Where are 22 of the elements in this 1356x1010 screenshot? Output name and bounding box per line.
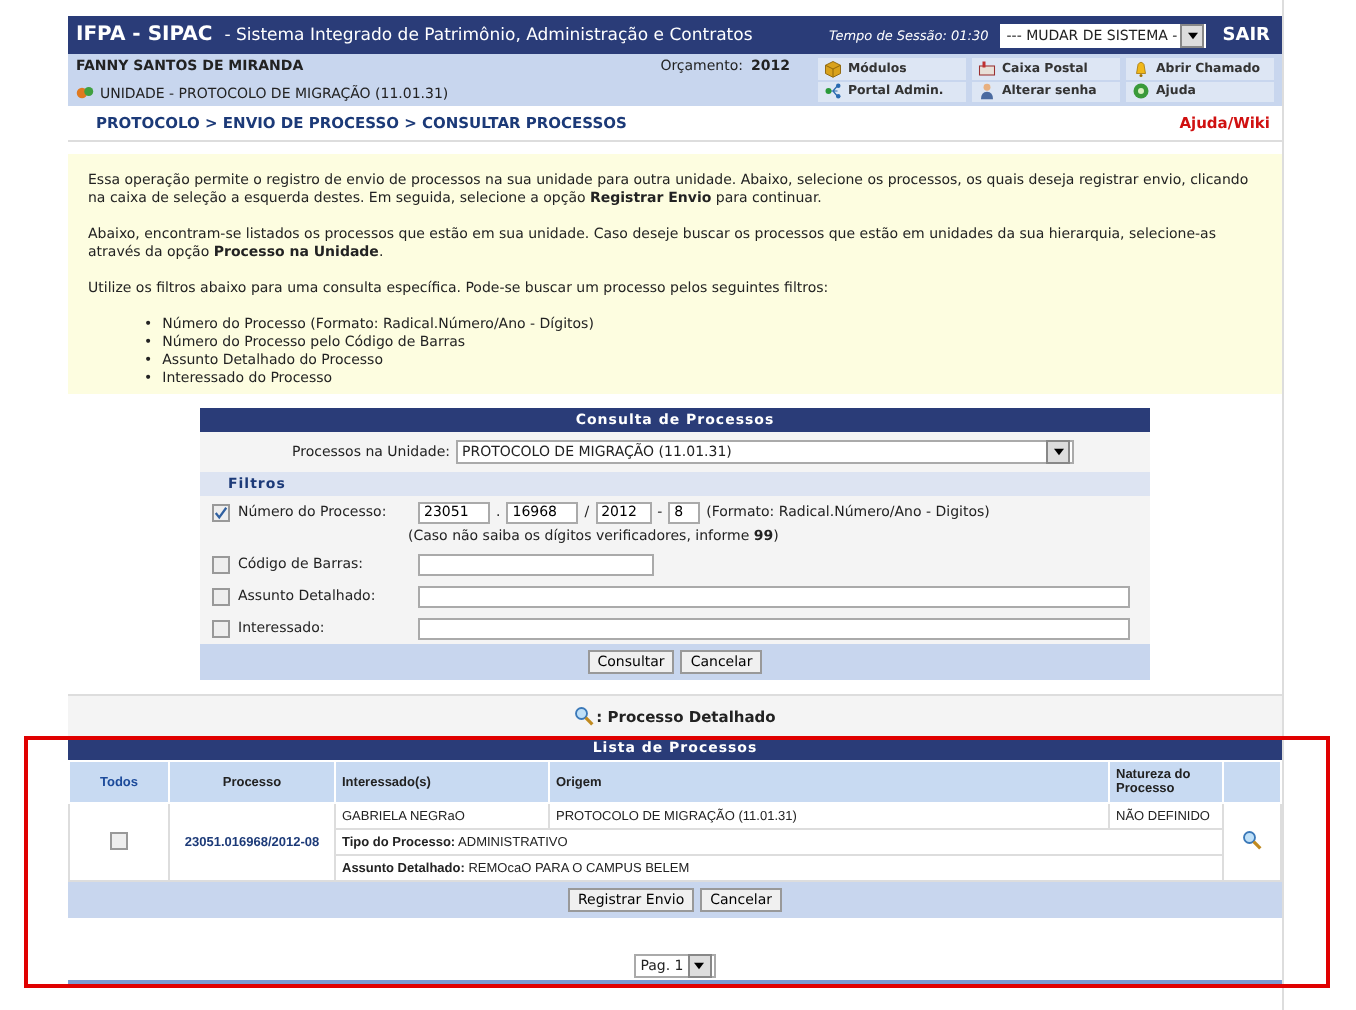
cube-icon bbox=[824, 59, 842, 78]
system-title: IFPA - SIPAC bbox=[76, 24, 213, 46]
filter-checkbox[interactable] bbox=[212, 555, 230, 573]
filter-checkbox[interactable] bbox=[212, 503, 230, 521]
network-icon bbox=[824, 82, 842, 101]
mailbox-icon bbox=[978, 59, 996, 78]
user-key-icon bbox=[978, 82, 996, 101]
logout-link[interactable]: SAIR bbox=[1218, 25, 1274, 45]
dropdown-arrow-icon bbox=[1187, 31, 1198, 39]
bell-icon bbox=[1132, 59, 1150, 78]
filter-checkbox[interactable] bbox=[212, 587, 230, 605]
input-field[interactable] bbox=[418, 617, 1130, 639]
filter-checkbox[interactable] bbox=[212, 619, 230, 637]
dropdown-arrow-icon bbox=[1053, 448, 1064, 456]
help-icon bbox=[1132, 82, 1150, 101]
input-field[interactable] bbox=[418, 585, 1130, 607]
dropdown-arrow-icon bbox=[694, 962, 705, 970]
magnifier-icon[interactable] bbox=[574, 706, 595, 726]
row-checkbox[interactable] bbox=[110, 831, 128, 849]
view-details-icon[interactable] bbox=[1242, 830, 1262, 850]
input-field[interactable] bbox=[418, 553, 654, 575]
system-subtitle: - Sistema Integrado de Patrimônio, Administração e Contratos bbox=[224, 25, 753, 45]
